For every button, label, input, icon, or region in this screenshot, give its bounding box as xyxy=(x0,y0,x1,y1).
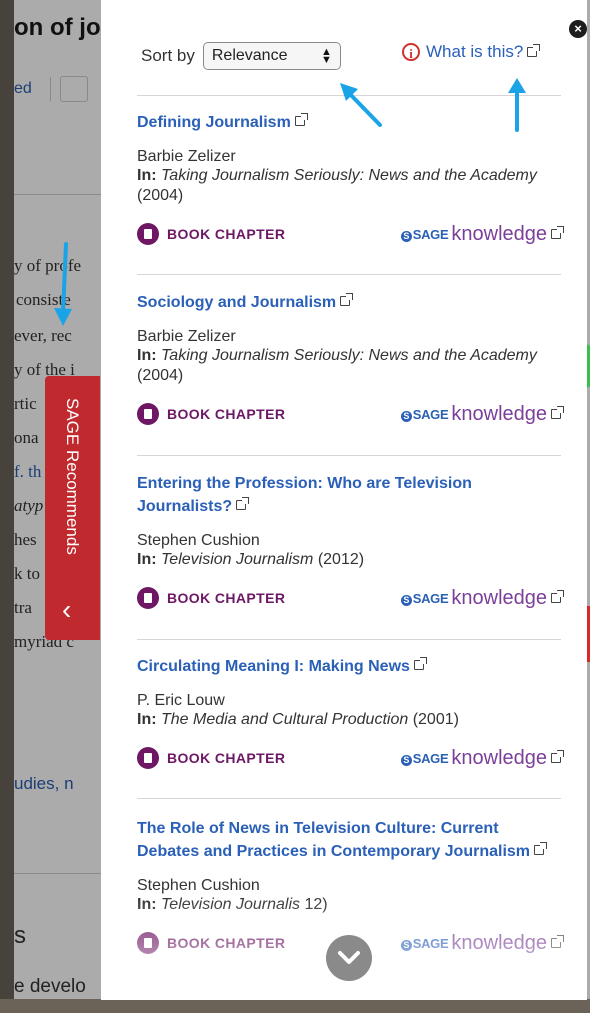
content-type-badge: BOOK CHAPTER xyxy=(137,223,285,245)
what-is-this-link[interactable]: i What is this? xyxy=(402,42,541,62)
chevron-down-icon xyxy=(338,951,360,964)
sage-knowledge-wordmark: knowledge xyxy=(451,587,547,609)
external-link-icon xyxy=(551,226,564,239)
item-author: Barbie Zelizer xyxy=(137,328,236,345)
sage-knowledge-link[interactable]: S SAGE knowledge xyxy=(400,223,564,245)
recommendation-title-link[interactable]: Sociology and Journalism xyxy=(137,291,561,314)
sort-select[interactable]: Relevance ▲ ▼ xyxy=(202,42,341,70)
external-link-icon xyxy=(413,657,427,670)
recommendation-title-link[interactable]: The Role of News in Television Culture: … xyxy=(137,817,561,863)
item-source: In: Television Journalism (2012) xyxy=(137,551,365,568)
divider xyxy=(137,798,561,799)
item-footer: BOOK CHAPTER S SAGE knowledge xyxy=(137,222,564,246)
sort-control: Sort by Relevance ▲ ▼ xyxy=(141,42,341,70)
sage-recommends-label: SAGE Recommends xyxy=(63,398,82,555)
sage-logo: S SAGE xyxy=(400,936,449,951)
item-source: In: The Media and Cultural Production (2… xyxy=(137,711,459,728)
sage-logo: S SAGE xyxy=(400,591,449,606)
sage-logo: S SAGE xyxy=(400,751,449,766)
divider xyxy=(137,455,561,456)
info-icon: i xyxy=(402,43,420,61)
sage-logo: S SAGE xyxy=(400,407,449,422)
annotation-arrow-icon xyxy=(508,78,526,132)
divider xyxy=(137,274,561,275)
sage-knowledge-wordmark: knowledge xyxy=(451,223,547,245)
annotation-arrow-icon xyxy=(340,83,382,127)
sage-knowledge-wordmark: knowledge xyxy=(451,403,547,425)
content-type-label: BOOK CHAPTER xyxy=(167,750,286,766)
sage-knowledge-link[interactable]: S SAGE knowledge xyxy=(400,403,564,425)
select-arrows-icon: ▲ ▼ xyxy=(320,46,332,66)
recommendation-item: Entering the Profession: Who are Televis… xyxy=(137,472,564,610)
sage-knowledge-link[interactable]: S SAGE knowledge xyxy=(400,587,564,609)
sage-knowledge-wordmark: knowledge xyxy=(451,747,547,769)
book-icon xyxy=(137,403,159,425)
content-type-label: BOOK CHAPTER xyxy=(167,406,286,422)
content-type-badge: BOOK CHAPTER xyxy=(137,587,285,609)
external-link-icon xyxy=(551,406,564,419)
close-icon[interactable]: × xyxy=(569,20,587,38)
external-link-icon xyxy=(527,44,541,57)
content-type-badge: BOOK CHAPTER xyxy=(137,932,285,954)
item-source: In: Television Journalis 12) xyxy=(137,896,328,913)
annotation-arrow-icon xyxy=(54,242,72,326)
recommendation-item: Circulating Meaning I: Making News P. Er… xyxy=(137,655,564,770)
external-link-icon xyxy=(551,750,564,763)
item-author: P. Eric Louw xyxy=(137,692,225,709)
chevron-left-icon: ‹ xyxy=(62,594,72,625)
item-author: Barbie Zelizer xyxy=(137,148,236,165)
divider xyxy=(137,639,561,640)
sage-recommends-tab[interactable]: SAGE Recommends ‹ xyxy=(45,376,100,640)
content-type-label: BOOK CHAPTER xyxy=(167,590,286,606)
page-footer-strip xyxy=(0,999,590,1013)
book-icon xyxy=(137,747,159,769)
sort-select-value: Relevance xyxy=(211,47,288,64)
sage-knowledge-link[interactable]: S SAGE knowledge xyxy=(400,932,564,954)
item-footer: BOOK CHAPTER S SAGE knowledge xyxy=(137,402,564,426)
sage-knowledge-link[interactable]: S SAGE knowledge xyxy=(400,747,564,769)
content-type-label: BOOK CHAPTER xyxy=(167,935,286,951)
sort-label: Sort by xyxy=(141,46,195,65)
external-link-icon xyxy=(236,497,250,510)
what-is-this-label: What is this? xyxy=(426,42,524,61)
item-footer: BOOK CHAPTER S SAGE knowledge xyxy=(137,746,564,770)
content-type-badge: BOOK CHAPTER xyxy=(137,403,285,425)
book-icon xyxy=(137,587,159,609)
external-link-icon xyxy=(294,113,308,126)
recommendations-panel: Sort by Relevance ▲ ▼ i What is this? Def… xyxy=(101,0,587,1000)
item-author: Stephen Cushion xyxy=(137,877,260,894)
sage-logo: S SAGE xyxy=(400,227,449,242)
recommendation-item: Sociology and Journalism Barbie Zelizer … xyxy=(137,291,564,426)
external-link-icon xyxy=(551,935,564,948)
book-icon xyxy=(137,932,159,954)
recommendation-title-link[interactable]: Circulating Meaning I: Making News xyxy=(137,655,561,678)
item-footer: BOOK CHAPTER S SAGE knowledge xyxy=(137,586,564,610)
item-author: Stephen Cushion xyxy=(137,532,260,549)
book-icon xyxy=(137,223,159,245)
external-link-icon xyxy=(534,842,548,855)
content-type-label: BOOK CHAPTER xyxy=(167,226,286,242)
content-type-badge: BOOK CHAPTER xyxy=(137,747,285,769)
sage-knowledge-wordmark: knowledge xyxy=(451,932,547,954)
recommendation-title-link[interactable]: Entering the Profession: Who are Televis… xyxy=(137,472,561,518)
external-link-icon xyxy=(551,590,564,603)
item-source: In: Taking Journalism Seriously: News an… xyxy=(137,167,537,204)
external-link-icon xyxy=(340,293,354,306)
item-source: In: Taking Journalism Seriously: News an… xyxy=(137,347,537,384)
scroll-down-button[interactable] xyxy=(326,935,372,981)
